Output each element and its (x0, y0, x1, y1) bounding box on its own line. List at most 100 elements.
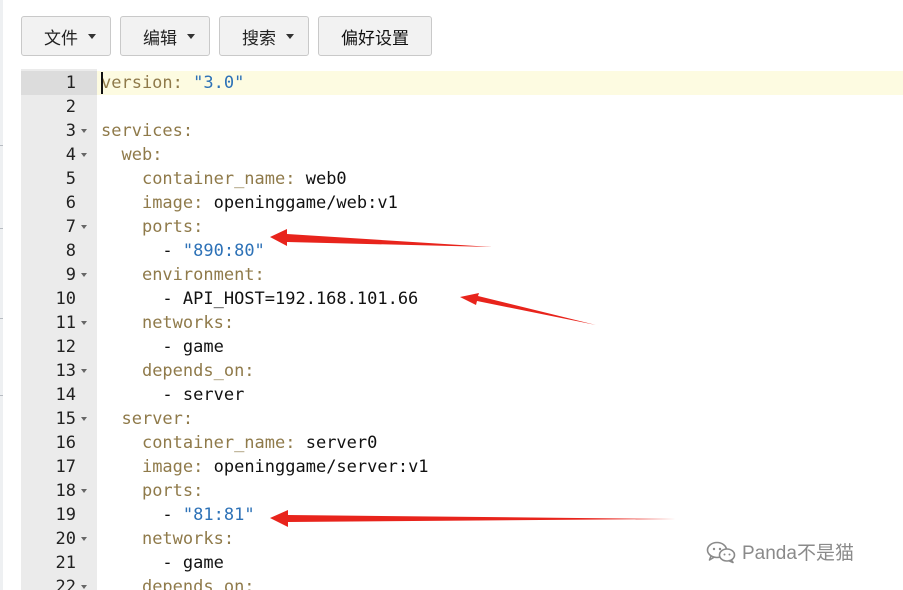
code-line[interactable]: 8 - "890:80" (21, 239, 903, 263)
yaml-key: networks: (141, 529, 235, 549)
line-number: 6 (65, 193, 76, 213)
line-number: 14 (55, 385, 76, 405)
yaml-value: "3.0" (182, 73, 245, 93)
menu-toolbar: 文件 编辑 搜索 偏好设置 (21, 16, 432, 56)
code-text: version: "3.0" (101, 71, 244, 95)
yaml-value: server0 (295, 433, 378, 453)
code-line[interactable]: 12 - game (21, 335, 903, 359)
watermark: Panda不是猫 (706, 538, 854, 565)
line-number: 8 (65, 241, 76, 261)
caret-down-icon (286, 33, 294, 39)
yaml-key: depends_on: (141, 577, 255, 590)
fold-toggle-icon[interactable] (81, 537, 87, 541)
code-editor[interactable]: 1 version: "3.0" 2 3 services: 4 web: 5 contai… (21, 69, 903, 590)
yaml-key: image: (141, 457, 204, 477)
yaml-value: - "81:81" (162, 505, 255, 525)
code-line[interactable]: 16 container_name: server0 (21, 431, 903, 455)
text-cursor (101, 72, 103, 94)
code-text: - game (101, 551, 224, 575)
yaml-value: - game (162, 553, 224, 573)
yaml-key: ports: (141, 217, 204, 237)
code-line[interactable]: 9 environment: (21, 263, 903, 287)
code-text: ports: (101, 479, 203, 503)
code-text: depends_on: (101, 575, 255, 590)
watermark-text: Panda不是猫 (742, 543, 854, 564)
caret-down-icon (88, 33, 96, 39)
yaml-value: openinggame/web:v1 (203, 193, 398, 213)
fold-toggle-icon[interactable] (81, 321, 87, 325)
code-text: server: (101, 407, 193, 431)
code-line[interactable]: 10 - API_HOST=192.168.101.66 (21, 287, 903, 311)
fold-toggle-icon[interactable] (81, 417, 87, 421)
code-line[interactable]: 14 - server (21, 383, 903, 407)
code-line[interactable]: 19 - "81:81" (21, 503, 903, 527)
line-number: 20 (55, 529, 76, 549)
yaml-key: services: (101, 121, 194, 141)
line-number: 18 (55, 481, 76, 501)
code-line[interactable]: 6 image: openinggame/web:v1 (21, 191, 903, 215)
search-menu-button[interactable]: 搜索 (219, 16, 309, 56)
fold-toggle-icon[interactable] (81, 129, 87, 133)
code-line[interactable]: 13 depends_on: (21, 359, 903, 383)
code-text: depends_on: (101, 359, 255, 383)
file-menu-label: 文件 (44, 28, 78, 48)
code-line[interactable]: 3 services: (21, 119, 903, 143)
fold-toggle-icon[interactable] (81, 585, 87, 589)
yaml-key: server: (121, 409, 194, 429)
code-text: - API_HOST=192.168.101.66 (101, 287, 418, 311)
edit-menu-label: 编辑 (143, 28, 177, 48)
file-menu-button[interactable]: 文件 (21, 16, 111, 56)
line-number: 3 (65, 121, 76, 141)
line-number: 5 (65, 169, 76, 189)
code-line[interactable]: 18 ports: (21, 479, 903, 503)
code-text: web: (101, 143, 162, 167)
line-number: 7 (65, 217, 76, 237)
preferences-button[interactable]: 偏好设置 (318, 16, 432, 56)
code-text: - game (101, 335, 224, 359)
window-edge (0, 0, 3, 590)
code-line[interactable]: 11 networks: (21, 311, 903, 335)
edit-menu-button[interactable]: 编辑 (120, 16, 210, 56)
code-text: container_name: web0 (101, 167, 347, 191)
code-line[interactable]: 22 depends_on: (21, 575, 903, 590)
code-text: image: openinggame/server:v1 (101, 455, 429, 479)
fold-toggle-icon[interactable] (81, 225, 87, 229)
yaml-key: image: (141, 193, 204, 213)
code-line[interactable]: 1 version: "3.0" (21, 71, 903, 95)
code-line[interactable]: 4 web: (21, 143, 903, 167)
code-line[interactable]: 17 image: openinggame/server:v1 (21, 455, 903, 479)
code-line[interactable]: 7 ports: (21, 215, 903, 239)
fold-toggle-icon[interactable] (81, 369, 87, 373)
screenshot-root: 文件 编辑 搜索 偏好设置 1 version: "3.0" 2 3 services:… (0, 0, 903, 590)
code-line[interactable]: 15 server: (21, 407, 903, 431)
yaml-key: depends_on: (141, 361, 255, 381)
code-line[interactable]: 5 container_name: web0 (21, 167, 903, 191)
line-number: 15 (55, 409, 76, 429)
search-menu-label: 搜索 (242, 28, 276, 48)
caret-down-icon (187, 33, 195, 39)
yaml-key: container_name: (141, 433, 296, 453)
yaml-value: - game (162, 337, 224, 357)
fold-toggle-icon[interactable] (81, 489, 87, 493)
fold-toggle-icon[interactable] (81, 153, 87, 157)
line-number: 17 (55, 457, 76, 477)
code-text: image: openinggame/web:v1 (101, 191, 398, 215)
code-line[interactable]: 2 (21, 95, 903, 119)
line-number: 4 (65, 145, 76, 165)
fold-toggle-icon[interactable] (81, 273, 87, 277)
